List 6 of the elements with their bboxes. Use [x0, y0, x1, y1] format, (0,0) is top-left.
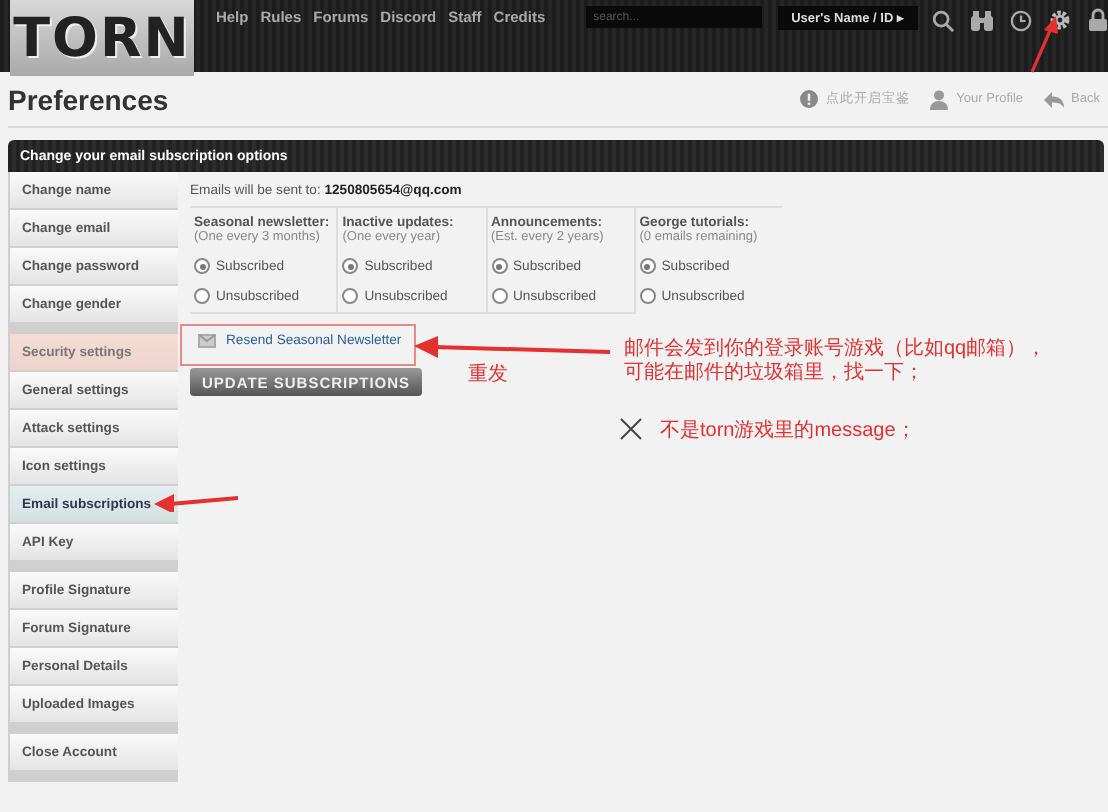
logo[interactable]: TORN — [10, 0, 194, 76]
annotation-text: 邮件会发到你的登录账号游戏（比如qq邮箱）， — [624, 338, 1047, 361]
annotation-text: 重发 — [468, 361, 508, 388]
page-title: Preferences — [8, 83, 169, 115]
annotation-text: 不是torn游戏里的message； — [660, 417, 916, 444]
annotation-text: 可能在邮件的垃圾箱里，找一下； — [624, 362, 926, 386]
